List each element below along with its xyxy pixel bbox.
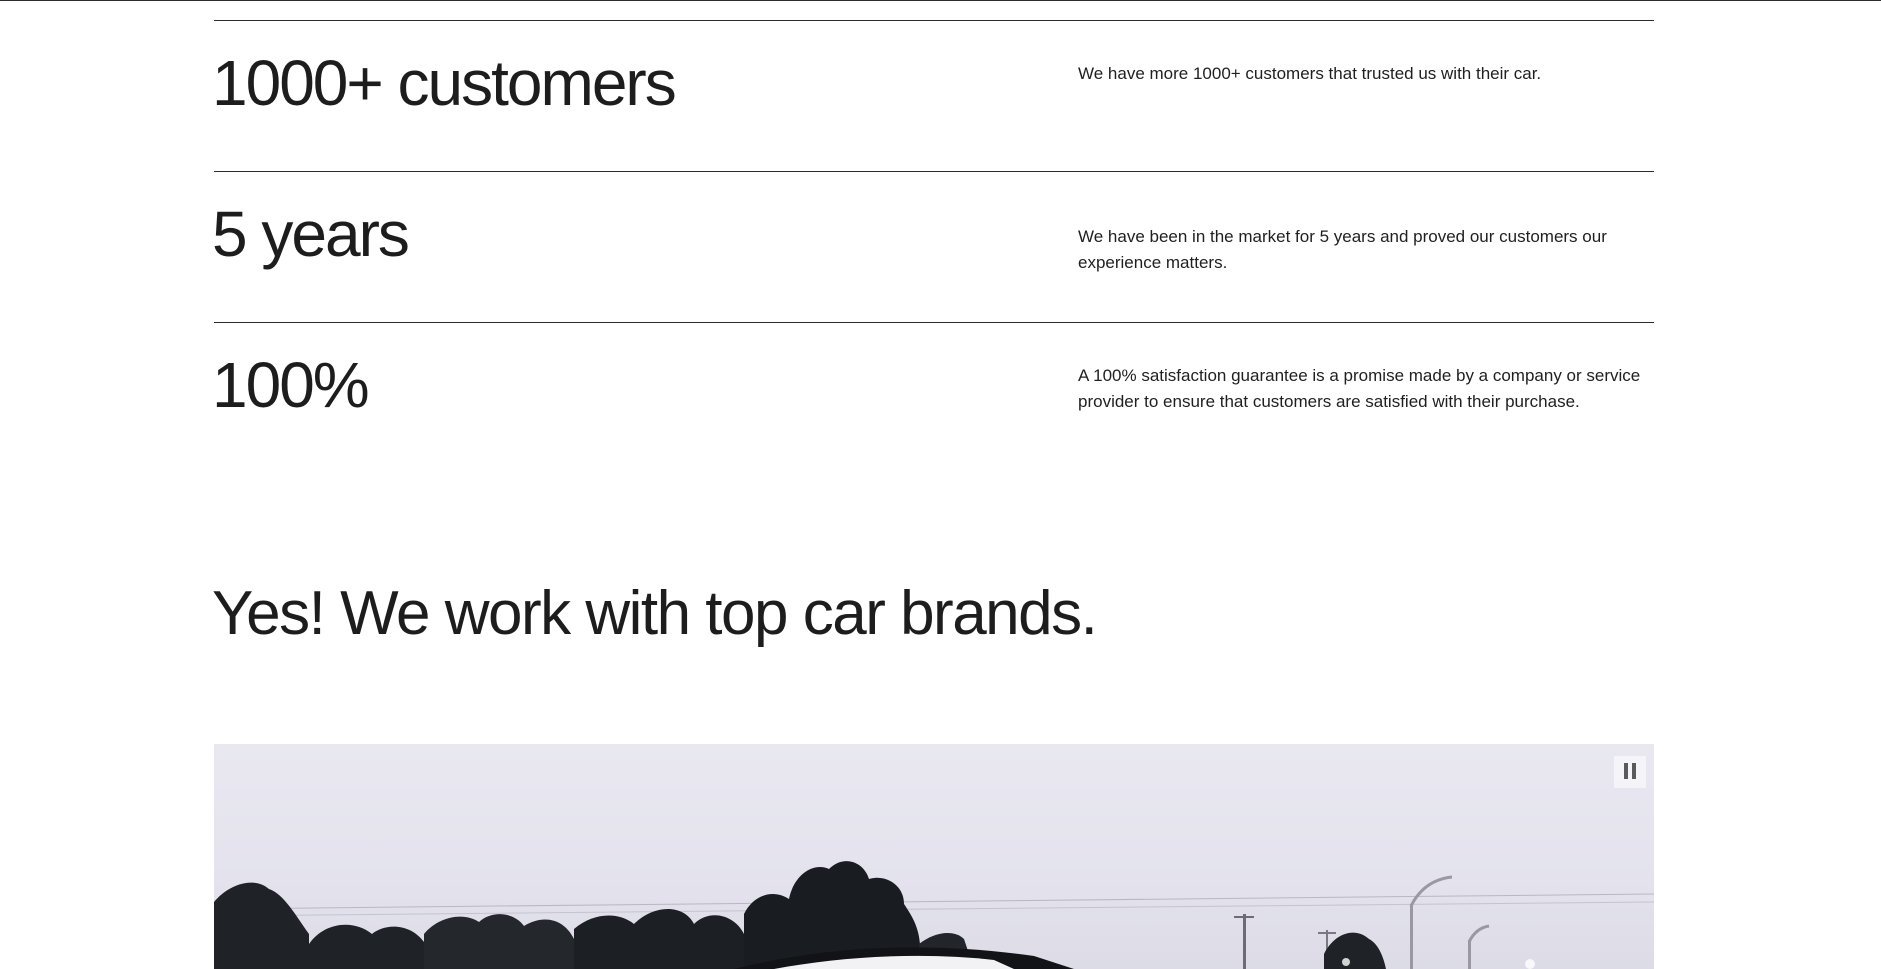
stat-value: 100% xyxy=(212,349,370,421)
stat-row-customers: 1000+ customers We have more 1000+ custo… xyxy=(212,20,1654,171)
stat-description: A 100% satisfaction guarantee is a promi… xyxy=(1078,366,1641,411)
stat-row-satisfaction: 100% A 100% satisfaction guarantee is a … xyxy=(212,322,1654,473)
stat-row-years: 5 years We have been in the market for 5… xyxy=(212,171,1654,322)
stat-value: 5 years xyxy=(212,198,410,270)
pause-icon xyxy=(1622,762,1638,782)
top-divider xyxy=(0,0,1881,1)
stat-value: 1000+ customers xyxy=(212,47,677,119)
car-scene-image xyxy=(214,861,1654,969)
hero-video[interactable] xyxy=(214,744,1654,969)
stats-section: 1000+ customers We have more 1000+ custo… xyxy=(212,20,1654,473)
pause-button[interactable] xyxy=(1614,756,1646,788)
brands-heading: Yes! We work with top car brands. xyxy=(212,579,1098,648)
stat-description: We have more 1000+ customers that truste… xyxy=(1078,64,1542,83)
stat-description: We have been in the market for 5 years a… xyxy=(1078,227,1607,272)
